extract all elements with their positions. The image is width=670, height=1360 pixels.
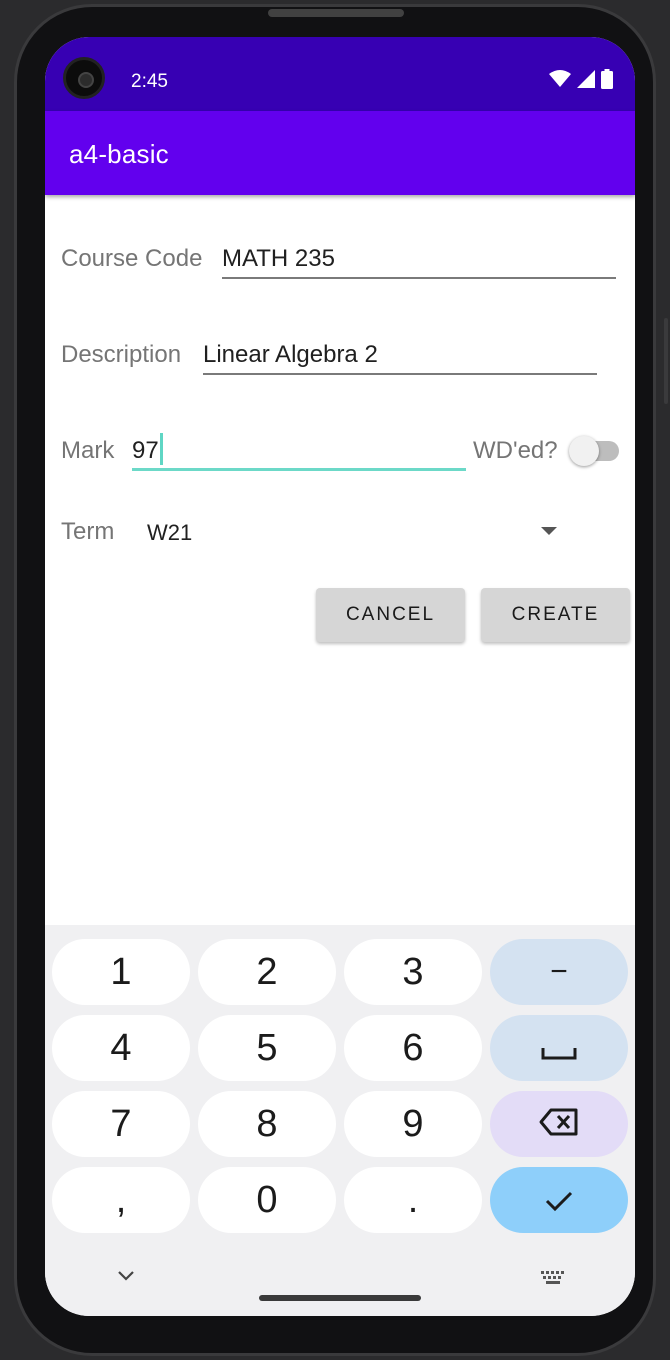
key-0[interactable]: 0 bbox=[198, 1167, 336, 1233]
status-bar: 2:45 bbox=[45, 37, 635, 111]
key-4[interactable]: 4 bbox=[52, 1015, 190, 1081]
chevron-down-icon[interactable] bbox=[117, 1267, 135, 1286]
description-label: Description bbox=[61, 341, 182, 368]
key-period[interactable]: . bbox=[344, 1167, 482, 1233]
mark-input[interactable]: 97 bbox=[132, 437, 159, 465]
dropdown-arrow-icon[interactable] bbox=[541, 527, 557, 535]
key-5[interactable]: 5 bbox=[198, 1015, 336, 1081]
create-button[interactable]: CREATE bbox=[481, 588, 630, 642]
mark-label: Mark bbox=[61, 437, 115, 464]
term-label: Term bbox=[61, 518, 115, 545]
app-bar: a4-basic bbox=[45, 111, 635, 195]
course-code-input[interactable]: MATH 235 bbox=[222, 245, 335, 273]
course-code-label: Course Code bbox=[61, 245, 203, 272]
space-icon bbox=[541, 1027, 577, 1070]
description-input[interactable]: Linear Algebra 2 bbox=[203, 341, 378, 369]
gesture-nav-handle[interactable] bbox=[259, 1295, 421, 1301]
key-done[interactable] bbox=[490, 1167, 628, 1233]
key-8[interactable]: 8 bbox=[198, 1091, 336, 1157]
status-icons bbox=[549, 69, 613, 93]
key-1[interactable]: 1 bbox=[52, 939, 190, 1005]
description-underline bbox=[203, 373, 597, 375]
mark-underline bbox=[132, 468, 466, 471]
screen: 2:45 a4-basic Course Code MATH 235 Descr… bbox=[45, 37, 635, 1316]
key-backspace[interactable] bbox=[490, 1091, 628, 1157]
speaker-grill bbox=[268, 9, 404, 17]
course-code-underline bbox=[222, 277, 616, 279]
key-7[interactable]: 7 bbox=[52, 1091, 190, 1157]
battery-icon bbox=[601, 69, 613, 93]
term-select[interactable]: W21 bbox=[147, 520, 192, 546]
key-3[interactable]: 3 bbox=[344, 939, 482, 1005]
wifi-icon bbox=[549, 70, 571, 92]
wd-label: WD'ed? bbox=[473, 437, 558, 464]
key-space[interactable] bbox=[490, 1015, 628, 1081]
wd-switch-thumb[interactable] bbox=[569, 436, 599, 466]
keyboard-icon[interactable] bbox=[541, 1270, 567, 1289]
key-2[interactable]: 2 bbox=[198, 939, 336, 1005]
app-title: a4-basic bbox=[69, 139, 169, 169]
key-comma[interactable]: , bbox=[52, 1167, 190, 1233]
numeric-keyboard: 1 2 3 − 4 5 6 7 8 9 , 0 . bbox=[45, 925, 635, 1316]
status-time: 2:45 bbox=[131, 71, 168, 92]
key-minus[interactable]: − bbox=[490, 939, 628, 1005]
cancel-button[interactable]: CANCEL bbox=[316, 588, 465, 642]
signal-icon bbox=[577, 70, 595, 92]
side-button bbox=[664, 318, 668, 404]
key-6[interactable]: 6 bbox=[344, 1015, 482, 1081]
key-9[interactable]: 9 bbox=[344, 1091, 482, 1157]
text-cursor bbox=[160, 433, 163, 465]
checkmark-icon bbox=[544, 1179, 574, 1222]
backspace-icon bbox=[539, 1103, 579, 1146]
front-camera bbox=[63, 57, 105, 99]
